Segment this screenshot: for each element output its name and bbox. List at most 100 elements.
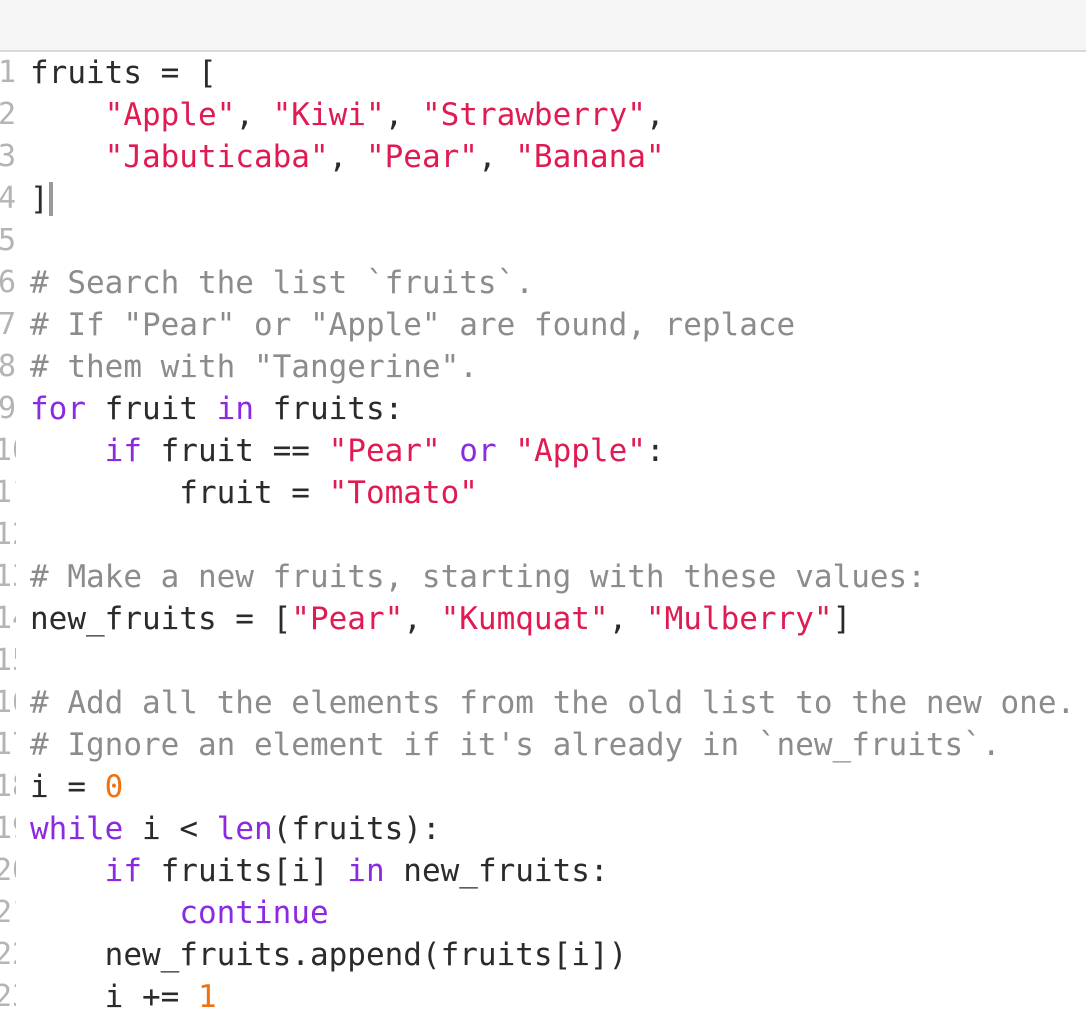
token-plain: , bbox=[645, 97, 665, 133]
token-plain: , bbox=[608, 601, 646, 637]
code-line-content: i += 1 bbox=[30, 976, 217, 1018]
code-line-content: # Ignore an element if it's already in `… bbox=[30, 724, 1001, 766]
line-number: 3 bbox=[0, 139, 16, 174]
editor-text-area[interactable]: 1 fruits = [2 "Apple", "Kiwi", "Strawberr… bbox=[0, 52, 1086, 1022]
code-line-content: "Apple", "Kiwi", "Strawberry", bbox=[30, 94, 665, 136]
code-line-content: if fruits[i] in new_fruits: bbox=[30, 850, 609, 892]
code-line[interactable]: 1 fruits = [ bbox=[0, 52, 1086, 94]
token-builtin: len bbox=[216, 811, 273, 847]
code-line-content: continue bbox=[30, 892, 329, 934]
token-plain: , bbox=[477, 139, 516, 175]
code-line[interactable]: 9 for fruit in fruits: bbox=[0, 388, 1086, 430]
line-number: 6 bbox=[0, 265, 16, 300]
code-line-list: 1 fruits = [2 "Apple", "Kiwi", "Strawberr… bbox=[0, 52, 1086, 1018]
code-line[interactable]: 12 bbox=[0, 514, 1086, 556]
code-line[interactable]: 21 continue bbox=[0, 892, 1086, 934]
token-string: "Jabuticaba" bbox=[104, 139, 329, 175]
code-line[interactable]: 19 while i < len(fruits): bbox=[0, 808, 1086, 850]
code-line-content: fruits = [ bbox=[30, 52, 217, 94]
line-number: 4 bbox=[0, 181, 16, 216]
code-line[interactable]: 7 # If "Pear" or "Apple" are found, repla… bbox=[0, 304, 1086, 346]
code-line[interactable]: 16 # Add all the elements from the old li… bbox=[0, 682, 1086, 724]
code-line-content: ] bbox=[30, 178, 53, 220]
code-line-content: while i < len(fruits): bbox=[30, 808, 441, 850]
token-string: "Kumquat" bbox=[440, 601, 609, 637]
token-plain: new_fruits.append(fruits[i]) bbox=[30, 937, 628, 973]
token-plain: (fruits): bbox=[272, 811, 441, 847]
code-line[interactable]: 10 if fruit == "Pear" or "Apple": bbox=[0, 430, 1086, 472]
line-number: 18 bbox=[0, 769, 16, 804]
code-line-content: "Jabuticaba", "Pear", "Banana" bbox=[30, 136, 665, 178]
token-plain: fruit == bbox=[141, 433, 329, 469]
token-plain: , bbox=[328, 139, 366, 175]
token-keyword: for bbox=[30, 391, 86, 427]
token-comment: # Search the list `fruits`. bbox=[30, 265, 534, 301]
line-number: 10 bbox=[0, 433, 16, 468]
code-line-content: new_fruits.append(fruits[i]) bbox=[30, 934, 628, 976]
code-line[interactable]: 22 new_fruits.append(fruits[i]) bbox=[0, 934, 1086, 976]
token-keyword: in bbox=[216, 391, 254, 427]
token-plain: fruits[i] bbox=[141, 853, 348, 889]
code-line-content: new_fruits = ["Pear", "Kumquat", "Mulber… bbox=[30, 598, 851, 640]
code-line[interactable]: 17 # Ignore an element if it's already in… bbox=[0, 724, 1086, 766]
code-line-content: # Search the list `fruits`. bbox=[30, 262, 534, 304]
editor-toolbar bbox=[0, 0, 1086, 52]
line-number: 11 bbox=[0, 475, 16, 510]
line-number: 20 bbox=[0, 853, 16, 888]
token-string: "Mulberry" bbox=[645, 601, 833, 637]
token-string: "Pear" bbox=[328, 433, 441, 469]
token-keyword: while bbox=[30, 811, 124, 847]
code-line-content: # Make a new fruits, starting with these… bbox=[30, 556, 926, 598]
code-line[interactable]: 6 # Search the list `fruits`. bbox=[0, 262, 1086, 304]
token-string: "Pear" bbox=[291, 601, 404, 637]
code-line[interactable]: 3 "Jabuticaba", "Pear", "Banana" bbox=[0, 136, 1086, 178]
code-line-content: for fruit in fruits: bbox=[30, 388, 403, 430]
token-plain: fruit bbox=[86, 391, 217, 427]
token-string: "Strawberry" bbox=[421, 97, 646, 133]
code-line[interactable]: 23 i += 1 bbox=[0, 976, 1086, 1018]
line-number: 5 bbox=[0, 223, 16, 258]
line-number: 2 bbox=[0, 97, 16, 132]
code-line[interactable]: 13 # Make a new fruits, starting with the… bbox=[0, 556, 1086, 598]
token-keyword: if bbox=[104, 853, 142, 889]
code-line-content: # them with "Tangerine". bbox=[30, 346, 478, 388]
line-number: 19 bbox=[0, 811, 16, 846]
token-keyword: continue bbox=[179, 895, 329, 931]
code-line-content: if fruit == "Pear" or "Apple": bbox=[30, 430, 665, 472]
line-number: 14 bbox=[0, 601, 16, 636]
code-line[interactable]: 18 i = 0 bbox=[0, 766, 1086, 808]
code-line[interactable]: 8 # them with "Tangerine". bbox=[0, 346, 1086, 388]
token-plain: i < bbox=[123, 811, 217, 847]
token-plain: : bbox=[645, 433, 665, 469]
line-number: 15 bbox=[0, 643, 16, 678]
code-line[interactable]: 2 "Apple", "Kiwi", "Strawberry", bbox=[0, 94, 1086, 136]
token-keyword: or bbox=[459, 433, 497, 469]
code-line[interactable]: 11 fruit = "Tomato" bbox=[0, 472, 1086, 514]
code-line[interactable]: 20 if fruits[i] in new_fruits: bbox=[0, 850, 1086, 892]
code-line-content: # If "Pear" or "Apple" are found, replac… bbox=[30, 304, 795, 346]
token-plain: new_fruits: bbox=[384, 853, 609, 889]
token-string: "Kiwi" bbox=[272, 97, 385, 133]
token-plain: ] bbox=[832, 601, 852, 637]
line-number: 23 bbox=[0, 979, 16, 1014]
token-number: 0 bbox=[104, 769, 124, 805]
token-comment: # them with "Tangerine". bbox=[30, 349, 478, 385]
token-plain: , bbox=[235, 97, 273, 133]
token-comment: # Ignore an element if it's already in `… bbox=[30, 727, 1001, 763]
token-keyword: in bbox=[347, 853, 385, 889]
code-line-content: # Add all the elements from the old list… bbox=[30, 682, 1075, 724]
code-line[interactable]: 4] bbox=[0, 178, 1086, 220]
code-line[interactable]: 5 bbox=[0, 220, 1086, 262]
token-string: "Pear" bbox=[365, 139, 478, 175]
code-line[interactable]: 14 new_fruits = ["Pear", "Kumquat", "Mulb… bbox=[0, 598, 1086, 640]
line-number: 8 bbox=[0, 349, 16, 384]
token-comment: # If "Pear" or "Apple" are found, replac… bbox=[30, 307, 796, 343]
token-plain: i = bbox=[30, 769, 105, 805]
line-number: 9 bbox=[0, 391, 16, 426]
code-line[interactable]: 15 bbox=[0, 640, 1086, 682]
